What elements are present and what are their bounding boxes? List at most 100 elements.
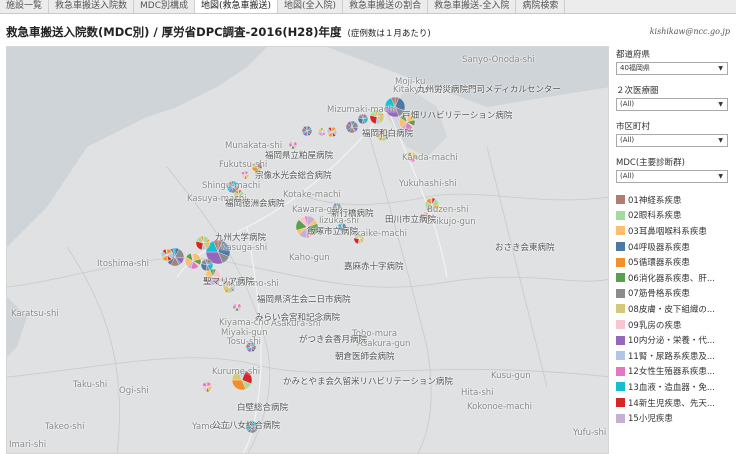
legend-item[interactable]: 07筋骨格系疾患 bbox=[616, 286, 736, 302]
legend-label: 12女性生殖器系疾患... bbox=[628, 367, 715, 378]
hospital-label[interactable]: 嘉麻赤十字病院 bbox=[344, 260, 404, 272]
mdc-select[interactable]: (All) ▼ bbox=[616, 170, 728, 183]
hospital-label[interactable]: 公立八女総合病院 bbox=[212, 419, 280, 431]
legend-item[interactable]: 08皮膚・皮下組織の... bbox=[616, 301, 736, 317]
legend-label: 10内分泌・栄養・代... bbox=[628, 336, 715, 347]
hospital-label[interactable]: 田川市立病院 bbox=[385, 213, 436, 225]
region-label: ２次医療圏 bbox=[616, 86, 659, 96]
hospital-label[interactable]: がつき会香月病院 bbox=[299, 333, 367, 345]
legend-label: 07筋骨格系疾患 bbox=[628, 289, 690, 300]
hospital-label[interactable]: 朝倉医師会病院 bbox=[335, 350, 395, 362]
place-label: Kaho-gun bbox=[289, 253, 330, 263]
author-email: kishikaw@ncc.go.jp bbox=[649, 27, 730, 36]
tab-2[interactable]: MDC別構成 bbox=[134, 0, 196, 13]
hospital-label[interactable]: 福岡和白病院 bbox=[362, 127, 413, 139]
prefecture-value: 40福岡県 bbox=[620, 64, 650, 72]
hospital-label[interactable]: 九州労災病院門司メディカルセンター bbox=[417, 83, 561, 95]
place-label: Yufu-shi bbox=[573, 428, 607, 438]
place-label: Mizumaki-machi bbox=[327, 105, 397, 115]
region-select[interactable]: (All) ▼ bbox=[616, 98, 728, 111]
legend-label: 13血液・造血器・免... bbox=[628, 382, 715, 393]
place-label: Yukuhashi-shi bbox=[399, 179, 457, 189]
hospital-pie[interactable] bbox=[317, 127, 327, 137]
page-title: 救急車搬送入院数(MDC別) / 厚労省DPC調査-2016(H28)年度 (症… bbox=[6, 24, 431, 40]
hospital-pie[interactable] bbox=[240, 170, 250, 180]
hospital-pie[interactable] bbox=[184, 252, 202, 270]
hospital-label[interactable]: 戸畑リハビリテーション病院 bbox=[402, 109, 512, 121]
hospital-pie[interactable] bbox=[345, 120, 359, 134]
legend-item[interactable]: 01神経系疾患 bbox=[616, 192, 736, 208]
hospital-pie[interactable] bbox=[195, 235, 211, 251]
place-label: Sanyo-Onoda-shi bbox=[462, 55, 535, 65]
title-note: (症例数は１月あたり) bbox=[347, 29, 431, 39]
legend-swatch bbox=[616, 320, 625, 330]
legend-label: 03耳鼻咽喉科系疾患 bbox=[628, 226, 707, 237]
tab-6[interactable]: 救急車搬送-全入院 bbox=[428, 0, 517, 13]
tab-5[interactable]: 救急車搬送の割合 bbox=[343, 0, 429, 13]
hospital-pie[interactable] bbox=[160, 248, 174, 262]
city-select[interactable]: (All) ▼ bbox=[616, 134, 728, 147]
hospital-label[interactable]: 新行橋病院 bbox=[331, 207, 374, 219]
city-value: (All) bbox=[620, 136, 635, 144]
hospital-pie[interactable] bbox=[232, 302, 242, 312]
legend-item[interactable]: 03耳鼻咽喉科系疾患 bbox=[616, 223, 736, 239]
hospital-pie[interactable] bbox=[200, 258, 214, 272]
tab-7[interactable]: 病院検索 bbox=[516, 0, 566, 13]
chevron-down-icon: ▼ bbox=[718, 137, 723, 144]
legend-item[interactable]: 09乳房の疾患 bbox=[616, 317, 736, 333]
legend-item[interactable]: 05循環器系疾患 bbox=[616, 254, 736, 270]
mdc-label: MDC(主要診断群) bbox=[616, 158, 685, 168]
hospital-label[interactable]: 福岡県済生会二日市病院 bbox=[257, 293, 351, 305]
place-label: Kotake-machi bbox=[283, 190, 341, 200]
legend-label: 11腎・尿路系疾患及... bbox=[628, 351, 715, 362]
legend-item[interactable]: 10内分泌・栄養・代... bbox=[616, 332, 736, 348]
tab-4[interactable]: 地図(全入院) bbox=[278, 0, 344, 13]
tab-3[interactable]: 地図(救急車搬送) bbox=[195, 0, 279, 13]
chevron-down-icon: ▼ bbox=[718, 65, 723, 72]
legend-label: 04呼吸器系疾患 bbox=[628, 242, 690, 253]
legend-item[interactable]: 06消化器系疾患、肝... bbox=[616, 270, 736, 286]
legend-item[interactable]: 11腎・尿路系疾患及... bbox=[616, 348, 736, 364]
hospital-label[interactable]: 宗像水光会総合病院 bbox=[255, 169, 332, 181]
hospital-pie[interactable] bbox=[288, 140, 298, 150]
place-label: Karatsu-shi bbox=[11, 309, 59, 319]
legend-label: 01神経系疾患 bbox=[628, 195, 682, 206]
tab-bar: 施設一覧 救急車搬送入院数 MDC別構成 地図(救急車搬送) 地図(全入院) 救急車搬送の… bbox=[0, 0, 736, 14]
legend-item[interactable]: 13血液・造血器・免... bbox=[616, 379, 736, 395]
hospital-pie[interactable] bbox=[301, 125, 313, 137]
legend-label: 05循環器系疾患 bbox=[628, 258, 690, 269]
legend-item[interactable]: 02眼科系疾患 bbox=[616, 208, 736, 224]
map-view[interactable]: Sanyo-Onoda-shi Moji-ku Kitakyushu-shi Mizu… bbox=[6, 46, 609, 454]
hospital-label[interactable]: かみとやま会久留米リハビリテーション病院 bbox=[283, 375, 453, 387]
page-title-text: 救急車搬送入院数(MDC別) / 厚労省DPC調査-2016(H28)年度 bbox=[6, 25, 342, 39]
legend-swatch bbox=[616, 288, 625, 298]
place-label: Taku-shi bbox=[73, 380, 108, 390]
hospital-label[interactable]: 福岡徳洲会病院 bbox=[225, 197, 285, 209]
hospital-label[interactable]: 聖マリア病院 bbox=[203, 275, 254, 287]
hospital-label[interactable]: 白壁総合病院 bbox=[237, 401, 288, 413]
place-label: Ogi-shi bbox=[119, 386, 149, 396]
hospital-label[interactable]: 九州大学病院 bbox=[215, 231, 266, 243]
legend-swatch bbox=[616, 273, 625, 283]
hospital-label[interactable]: 飯塚市立病院 bbox=[307, 225, 358, 237]
tab-1[interactable]: 救急車搬送入院数 bbox=[49, 0, 135, 13]
hospital-pie[interactable] bbox=[326, 126, 338, 138]
hospital-label[interactable]: おさき会東病院 bbox=[495, 241, 555, 253]
legend-swatch bbox=[616, 366, 625, 376]
legend-swatch bbox=[616, 304, 625, 314]
hospital-pie[interactable] bbox=[201, 381, 213, 393]
legend-item[interactable]: 12女性生殖器系疾患... bbox=[616, 364, 736, 380]
tab-0[interactable]: 施設一覧 bbox=[0, 0, 50, 13]
hospital-pie[interactable] bbox=[357, 113, 369, 125]
place-label: Itoshima-shi bbox=[97, 259, 149, 269]
legend-item[interactable]: 14新生児疾患、先天... bbox=[616, 395, 736, 411]
hospital-label[interactable]: 福岡県立粕屋病院 bbox=[265, 149, 333, 161]
place-label: Takeo-shi bbox=[45, 422, 85, 432]
hospital-label[interactable]: みらい会宮和記念病院 bbox=[255, 311, 340, 323]
prefecture-select[interactable]: 40福岡県 ▼ bbox=[616, 62, 728, 75]
legend-swatch bbox=[616, 242, 625, 252]
legend-item[interactable]: 15小児疾患 bbox=[616, 410, 736, 426]
legend-item[interactable]: 04呼吸器系疾患 bbox=[616, 239, 736, 255]
place-label: Kasuga-shi bbox=[221, 243, 268, 253]
legend-label: 02眼科系疾患 bbox=[628, 211, 682, 222]
